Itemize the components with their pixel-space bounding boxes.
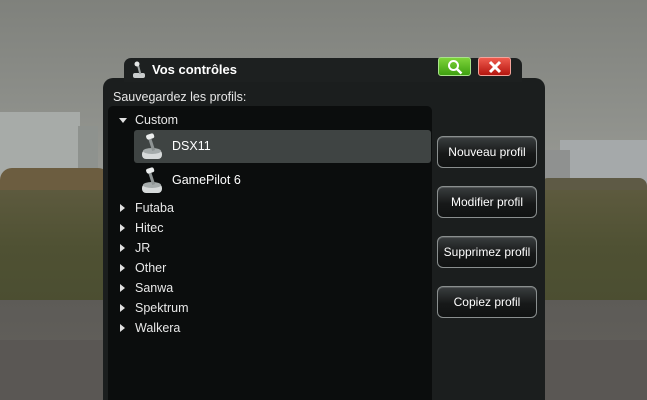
new-profile-button[interactable]: Nouveau profil	[437, 136, 537, 168]
tree-group-label: Walkera	[135, 321, 181, 335]
expanded-arrow-icon[interactable]	[119, 118, 127, 123]
collapsed-arrow-icon[interactable]	[120, 324, 125, 332]
tree-group-label: Sanwa	[135, 281, 174, 295]
edit-profile-button[interactable]: Modifier profil	[437, 186, 537, 218]
transmitter-icon	[142, 167, 162, 193]
background-trees	[0, 168, 110, 192]
tree-group-spektrum[interactable]: Spektrum	[108, 298, 432, 318]
tree-group-walkera[interactable]: Walkera	[108, 318, 432, 338]
tree-group-hitec[interactable]: Hitec	[108, 218, 432, 238]
close-button[interactable]	[478, 57, 511, 76]
profile-label: GamePilot 6	[172, 173, 241, 187]
tree-group-label: Other	[135, 261, 167, 275]
tree-group-jr[interactable]: JR	[108, 238, 432, 258]
profiles-heading: Sauvegardez les profils:	[113, 90, 247, 104]
collapsed-arrow-icon[interactable]	[120, 204, 125, 212]
joystick-icon	[131, 61, 147, 79]
magnifier-icon	[448, 60, 463, 75]
tree-group-label: JR	[135, 241, 151, 255]
collapsed-arrow-icon[interactable]	[120, 224, 125, 232]
transmitter-icon	[142, 133, 162, 159]
collapsed-arrow-icon[interactable]	[120, 264, 125, 272]
tree-group-label: Spektrum	[135, 301, 189, 315]
profile-item-dsx11[interactable]: DSX11	[134, 130, 431, 163]
tree-group-label: Futaba	[135, 201, 174, 215]
profile-label: DSX11	[172, 139, 211, 153]
tree-group-custom[interactable]: Custom	[108, 110, 432, 130]
tree-group-label: Hitec	[135, 221, 164, 235]
tree-group-label: Custom	[135, 113, 179, 127]
collapsed-arrow-icon[interactable]	[120, 304, 125, 312]
profile-item-gamepilot-6[interactable]: GamePilot 6	[134, 164, 431, 197]
close-icon	[488, 60, 502, 74]
collapsed-arrow-icon[interactable]	[120, 284, 125, 292]
delete-profile-button[interactable]: Supprimez profil	[437, 236, 537, 268]
tree-group-other[interactable]: Other	[108, 258, 432, 278]
tree-group-futaba[interactable]: Futaba	[108, 198, 432, 218]
tree-group-sanwa[interactable]: Sanwa	[108, 278, 432, 298]
collapsed-arrow-icon[interactable]	[120, 244, 125, 252]
profiles-tree[interactable]: Custom DSX11 GamePilot 6 Futaba Hitec JR	[108, 106, 432, 400]
dialog-title: Vos contrôles	[152, 62, 238, 77]
search-button[interactable]	[438, 57, 471, 76]
copy-profile-button[interactable]: Copiez profil	[437, 286, 537, 318]
